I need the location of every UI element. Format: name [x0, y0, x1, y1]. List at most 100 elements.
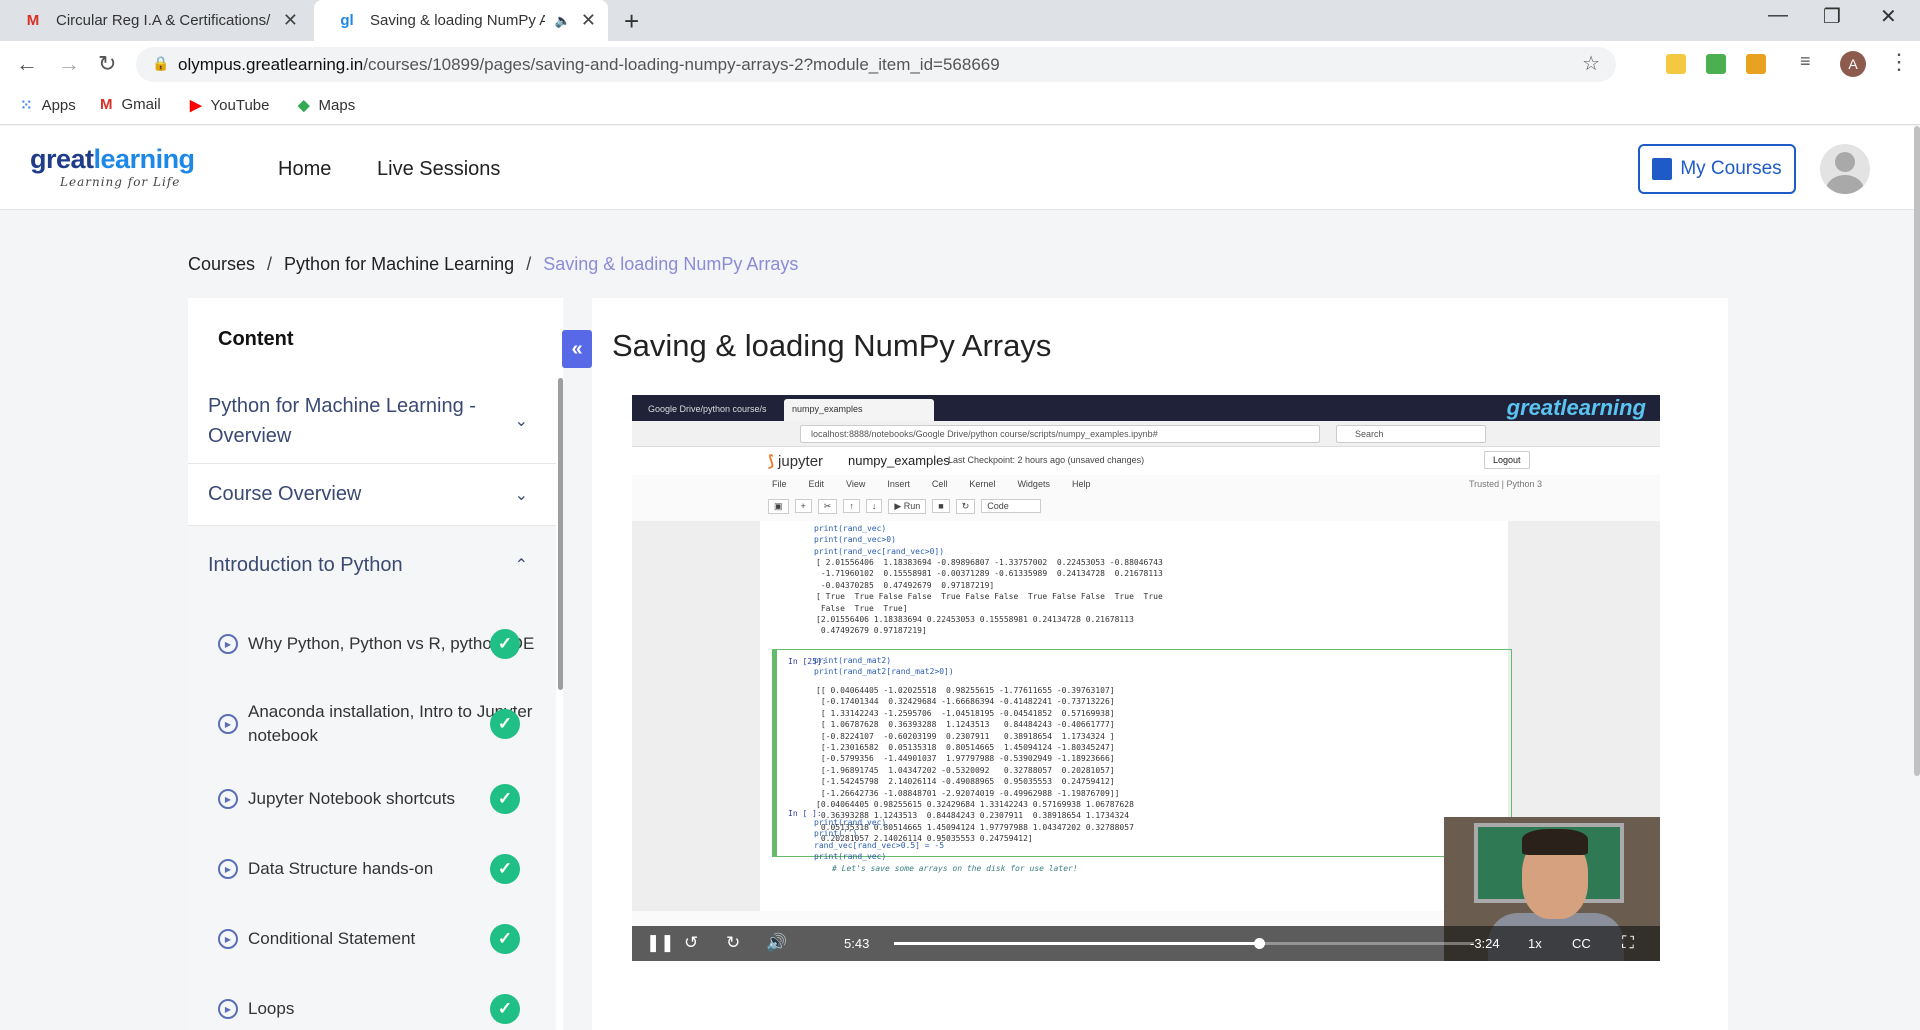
browser-tab-active[interactable]: gl Saving & loading NumPy Arr 🔈 ✕	[314, 0, 608, 41]
section-course-overview[interactable]: Course Overview ⌄	[188, 464, 556, 526]
video-address-bar: localhost:8888/notebooks/Google Drive/py…	[632, 421, 1660, 447]
extension-icon[interactable]	[1666, 54, 1686, 74]
checkpoint-text: Last Checkpoint: 2 hours ago (unsaved ch…	[948, 455, 1145, 465]
reload-icon[interactable]: ↻	[98, 51, 116, 77]
progress-handle[interactable]	[1254, 938, 1266, 949]
window-close-icon[interactable]: ✕	[1880, 4, 1897, 29]
fullscreen-icon[interactable]: ⛶	[1622, 933, 1634, 953]
playback-speed[interactable]: 1x	[1528, 936, 1542, 951]
greatlearning-icon: gl	[340, 12, 354, 29]
kernel-status: Trusted | Python 3	[1468, 479, 1542, 489]
browser-tab-bar: M Circular Reg I.A & Certifications/ ✕ g…	[0, 0, 1920, 41]
comment-line: # Let's save some arrays on the disk for…	[832, 864, 1078, 873]
forward-icon[interactable]: ↻	[726, 933, 740, 953]
url-domain: olympus.greatlearning.in	[178, 54, 364, 74]
minimize-icon[interactable]: —	[1768, 4, 1788, 27]
jupyter-menu-item: Insert	[887, 479, 910, 489]
lesson-item[interactable]: ▶ Data Structure hands-on ✓	[188, 834, 556, 904]
lesson-item[interactable]: ▶ Conditional Statement ✓	[188, 904, 556, 974]
move-up-icon: ↑	[843, 499, 860, 513]
pause-icon[interactable]: ❚❚	[646, 933, 675, 953]
bookmark-label: Apps	[41, 96, 76, 114]
logo-word-2: learning	[93, 144, 196, 174]
book-icon	[1652, 158, 1673, 180]
url-field[interactable]: 🔒 olympus.greatlearning.in /courses/1089…	[136, 47, 1616, 82]
check-icon: ✓	[490, 629, 520, 659]
rewind-icon[interactable]: ↺	[684, 933, 698, 953]
progress-bar[interactable]	[894, 938, 1474, 949]
section-intro-python[interactable]: Introduction to Python ⌃	[188, 526, 556, 604]
play-circle-icon: ▶	[218, 714, 238, 734]
lesson-item[interactable]: ▶ Why Python, Python vs R, python IDE ✓	[188, 604, 556, 684]
check-icon: ✓	[490, 784, 520, 814]
user-avatar[interactable]	[1820, 144, 1870, 194]
new-tab-button[interactable]: +	[624, 6, 639, 37]
move-down-icon: ↓	[865, 499, 883, 513]
lesson-item[interactable]: ▶ Loops ✓	[188, 974, 556, 1030]
my-courses-button[interactable]: My Courses	[1638, 144, 1796, 194]
breadcrumb-separator: /	[267, 254, 273, 274]
lesson-item[interactable]: ▶ Anaconda installation, Intro to Jupyte…	[188, 684, 556, 764]
nav-live-sessions[interactable]: Live Sessions	[377, 158, 500, 181]
jupyter-menu-item: Cell	[931, 479, 948, 489]
breadcrumb-courses[interactable]: Courses	[188, 254, 255, 275]
play-circle-icon: ▶	[218, 999, 238, 1019]
video-player[interactable]: Google Drive/python course/s numpy_examp…	[632, 395, 1660, 961]
extension-icon[interactable]	[1706, 54, 1726, 74]
bookmark-youtube[interactable]: ▶ YouTube	[190, 96, 270, 115]
elapsed-time: 5:43	[844, 936, 870, 951]
bookmark-apps[interactable]: ⁙ Apps	[20, 96, 76, 115]
bookmark-maps[interactable]: ◆ Maps	[298, 96, 356, 115]
browser-tab-gmail[interactable]: M Circular Reg I.A & Certifications/ ✕	[0, 0, 310, 41]
jupyter-toolbar: ▣ + ✂ ↑ ↓ ▶ Run ■ ↻ Code	[768, 497, 1118, 515]
nav-home[interactable]: Home	[278, 158, 331, 181]
youtube-icon: ▶	[190, 97, 202, 114]
check-icon: ✓	[490, 994, 520, 1024]
check-icon: ✓	[490, 854, 520, 884]
menu-kebab-icon[interactable]: ⋮	[1888, 49, 1910, 75]
section-python-ml-overview[interactable]: Python for Machine Learning - Overview ⌄	[188, 378, 556, 464]
stop-icon: ■	[932, 499, 950, 513]
greatlearning-logo[interactable]: greatlearning Learning for Life	[30, 144, 195, 189]
close-icon[interactable]: ✕	[581, 10, 596, 31]
bookmark-label: Maps	[318, 96, 356, 114]
address-bar: ← → ↻ 🔒 olympus.greatlearning.in /course…	[0, 41, 1920, 88]
bookmark-label: YouTube	[210, 96, 270, 114]
bookmark-gmail[interactable]: M Gmail	[100, 96, 161, 113]
collapse-sidebar-button[interactable]: «	[562, 330, 592, 368]
logo-word-1: great	[30, 144, 94, 174]
lesson-item[interactable]: ▶ Jupyter Notebook shortcuts ✓	[188, 764, 556, 834]
section-label: Introduction to Python	[208, 553, 403, 576]
breadcrumb-current: Saving & loading NumPy Arrays	[543, 254, 799, 274]
jupyter-menu-item: File	[772, 479, 787, 489]
section-label: Python for Machine Learning - Overview	[208, 394, 476, 447]
sidebar-heading: Content	[218, 328, 294, 350]
remaining-time: -3:24	[1470, 936, 1500, 951]
breadcrumb-course[interactable]: Python for Machine Learning	[284, 254, 514, 275]
page-scrollbar[interactable]	[1914, 126, 1920, 776]
breadcrumb: Courses / Python for Machine Learning / …	[188, 254, 798, 275]
gmail-icon: M	[100, 96, 113, 113]
output-top: [ 2.01556406 1.18383694 -0.89896807 -1.3…	[816, 558, 1163, 636]
profile-avatar[interactable]: A	[1840, 51, 1866, 77]
maximize-icon[interactable]: ❐	[1823, 4, 1841, 29]
back-icon[interactable]: ←	[16, 51, 38, 77]
sidebar-scrollbar[interactable]	[558, 378, 563, 690]
extension-icon[interactable]	[1746, 54, 1766, 74]
code-cell-top: print(rand_vec) print(rand_vec>0) print(…	[814, 524, 945, 556]
play-circle-icon: ▶	[218, 789, 238, 809]
bookmark-label: Gmail	[121, 96, 161, 113]
jupyter-logo: ⟆ jupyter	[768, 453, 824, 470]
volume-icon[interactable]: 🔊	[766, 933, 787, 953]
media-control-icon[interactable]: ≡	[1800, 51, 1811, 72]
forward-icon[interactable]: →	[58, 51, 80, 77]
code-cell-mid: print(rand_mat2) print(rand_mat2[rand_ma…	[814, 656, 954, 677]
restart-icon: ↻	[955, 498, 976, 514]
close-icon[interactable]: ✕	[283, 10, 298, 31]
speaker-icon[interactable]: 🔈	[555, 13, 571, 29]
gmail-icon: M	[26, 12, 40, 29]
avatar-body	[1826, 175, 1864, 194]
video-url: localhost:8888/notebooks/Google Drive/py…	[800, 425, 1320, 443]
captions-icon[interactable]: CC	[1572, 936, 1591, 951]
bookmark-star-icon[interactable]: ☆	[1582, 51, 1600, 76]
